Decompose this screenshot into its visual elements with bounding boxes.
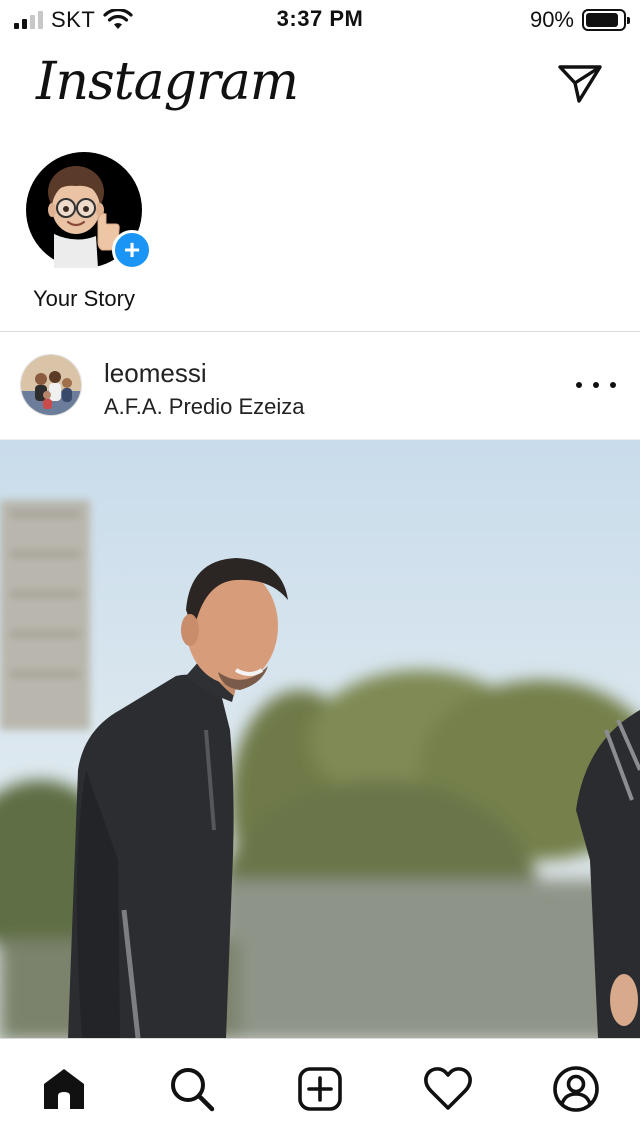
heart-icon [424,1067,472,1110]
tab-activity[interactable] [422,1063,474,1115]
plus-square-icon [298,1067,342,1111]
tab-new-post[interactable] [294,1063,346,1115]
bottom-tab-bar [0,1038,640,1136]
your-story-avatar[interactable]: + [26,152,152,270]
direct-messages-button[interactable] [556,60,604,108]
home-icon [44,1069,84,1109]
post-photo[interactable] [0,440,640,1038]
battery-icon [582,9,630,31]
search-icon [171,1068,215,1112]
post-location[interactable]: A.F.A. Predio Ezeiza [104,394,305,420]
more-horizontal-icon[interactable] [576,370,616,400]
story-item-your-story[interactable]: + Your Story [22,152,152,312]
tab-search[interactable] [166,1063,218,1115]
family-photo-avatar-icon [21,355,81,415]
battery-percent: 90% [529,7,574,32]
add-story-button[interactable]: + [112,230,152,270]
battery-level-fill [586,13,619,27]
instagram-logo: Instagram [36,52,299,112]
tab-profile[interactable] [550,1063,602,1115]
app-header: Instagram [0,40,640,136]
story-label[interactable]: Your Story [22,286,146,312]
post-header: leomessi A.F.A. Predio Ezeiza [0,332,640,440]
profile-icon [553,1066,599,1112]
status-bar: SKT 3:37 PM 90% [0,0,640,40]
post-author-avatar[interactable] [20,354,82,416]
paper-plane-icon [558,65,602,103]
tab-home[interactable] [38,1063,90,1115]
stories-tray: + Your Story [0,136,640,332]
post-username[interactable]: leomessi [104,358,207,389]
status-right: 90% [529,6,630,34]
post-image [0,440,640,1038]
